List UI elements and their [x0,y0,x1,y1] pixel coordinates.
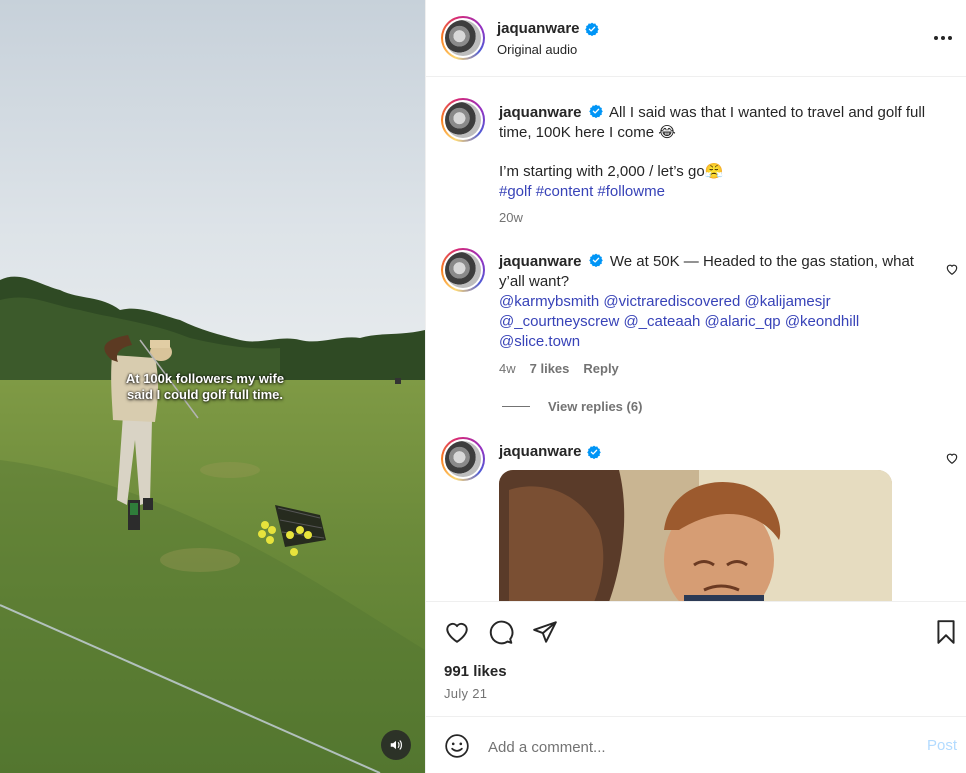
more-horizontal-icon [934,36,952,40]
caption-timestamp[interactable]: 20w [499,210,523,225]
comment-input[interactable] [488,735,888,759]
reply-button[interactable]: Reply [583,361,618,376]
caption-hashtags[interactable]: #golf #content #followme [499,182,665,202]
sound-toggle-button[interactable] [381,730,411,760]
comment-meta: 4w 7 likes Reply [499,361,619,376]
view-replies-button[interactable]: View replies (6) [502,399,642,414]
emoji-smiley-icon[interactable] [444,733,470,759]
verified-badge-icon [586,445,601,459]
comment-bubble-icon[interactable] [488,619,514,645]
add-comment-bar: Post [426,716,966,773]
replies-divider [502,406,530,407]
comment-1: jaquanware We at 50K — Headed to the gas… [499,252,937,292]
post-header: jaquanware Original audio [426,0,966,77]
share-paper-plane-icon[interactable] [532,619,558,645]
video-overlay-caption: At 100k followers my wife said I could g… [125,371,285,402]
likes-count[interactable]: 991 likes [444,663,507,680]
post-comment-button[interactable]: Post [927,737,957,754]
caption: jaquanware All I said was that I wanted … [499,103,951,143]
verified-badge-icon [584,22,599,36]
more-options-button[interactable] [931,26,955,50]
caption-avatar[interactable] [441,98,485,142]
audio-label[interactable]: Original audio [497,42,577,57]
verified-badge-icon [588,104,603,118]
post-date[interactable]: July 21 [444,686,487,701]
avatar[interactable] [441,16,485,60]
comment-gif[interactable] [499,470,892,602]
save-bookmark-icon[interactable] [933,619,959,645]
header-username[interactable]: jaquanware [497,20,599,37]
post-actions: 991 likes July 21 [426,601,966,715]
like-comment-heart-icon[interactable] [945,451,959,465]
caption-username[interactable]: jaquanware [499,104,582,121]
caption-line-2: I’m starting with 2,000 / let’s go😤 [499,163,724,180]
comment-avatar[interactable] [441,437,485,481]
gif-image [499,470,892,602]
like-comment-heart-icon[interactable] [945,262,959,276]
comment-mentions[interactable]: @karmybsmith @victrarediscovered @kalija… [499,292,929,352]
comment-2-username[interactable]: jaquanware [499,443,601,460]
post-details-panel: jaquanware Original audio jaquanware All… [425,0,966,773]
comment-likes-count[interactable]: 7 likes [530,361,570,376]
verified-badge-icon [588,253,603,267]
comment-avatar[interactable] [441,248,485,292]
post-media[interactable]: At 100k followers my wife said I could g… [0,0,425,773]
caption-meta: 20w [499,210,523,225]
like-heart-icon[interactable] [444,619,470,645]
comment-timestamp[interactable]: 4w [499,361,516,376]
speaker-icon [390,740,402,750]
comment-username[interactable]: jaquanware [499,253,582,270]
